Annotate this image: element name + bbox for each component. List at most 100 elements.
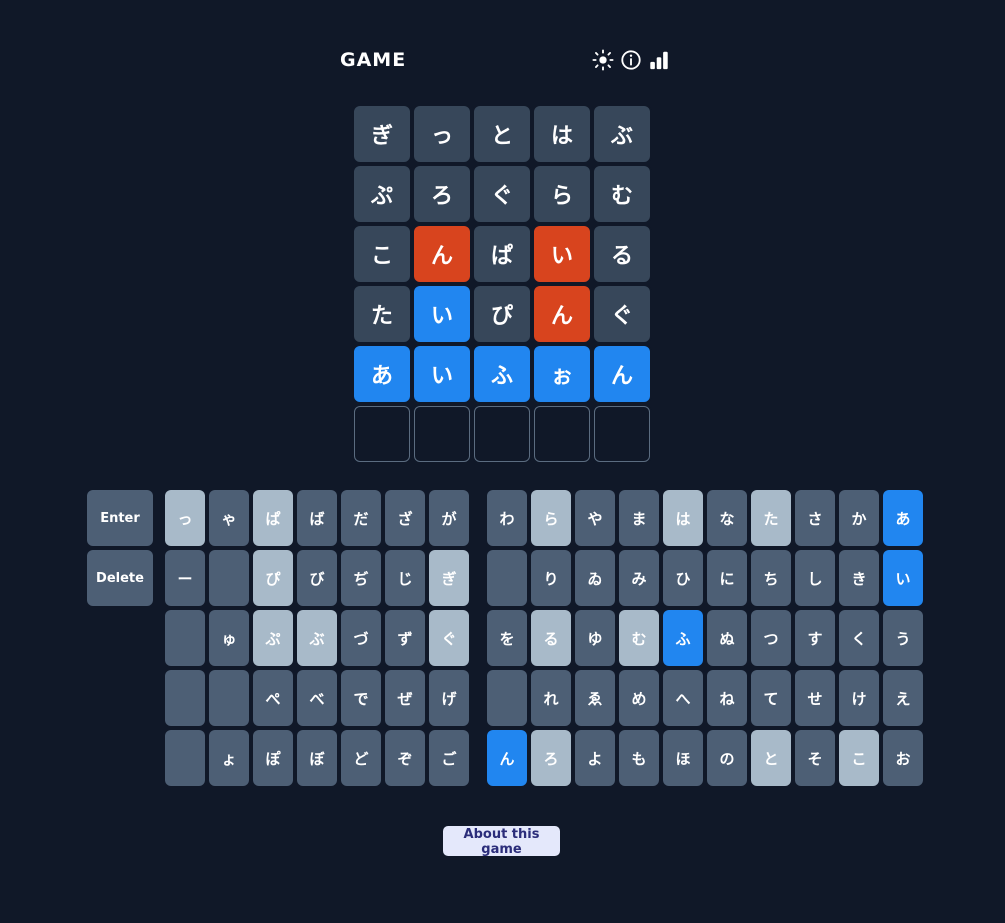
key-blank[interactable] <box>209 550 249 606</box>
key-け[interactable]: け <box>839 670 879 726</box>
key-の[interactable]: の <box>707 730 747 786</box>
key-む[interactable]: む <box>619 610 659 666</box>
board-cell-empty <box>472 404 532 464</box>
key-ぴ[interactable]: ぴ <box>253 550 293 606</box>
key-ゐ[interactable]: ゐ <box>575 550 615 606</box>
keyboard-gap <box>155 728 163 788</box>
key-お[interactable]: お <box>883 730 923 786</box>
key-わ[interactable]: わ <box>487 490 527 546</box>
key-だ[interactable]: だ <box>341 490 381 546</box>
key-blank[interactable] <box>165 730 205 786</box>
key-blank[interactable] <box>165 670 205 726</box>
key-へ[interactable]: へ <box>663 670 703 726</box>
key-み[interactable]: み <box>619 550 659 606</box>
key-ざ[interactable]: ざ <box>385 490 425 546</box>
key-べ[interactable]: べ <box>297 670 337 726</box>
key-ぶ[interactable]: ぶ <box>297 610 337 666</box>
key-ぽ[interactable]: ぽ <box>253 730 293 786</box>
key-ふ[interactable]: ふ <box>663 610 703 666</box>
key-り[interactable]: り <box>531 550 571 606</box>
key-び[interactable]: び <box>297 550 337 606</box>
key-ぼ[interactable]: ぼ <box>297 730 337 786</box>
key-さ[interactable]: さ <box>795 490 835 546</box>
key-ん[interactable]: ん <box>487 730 527 786</box>
key-ゃ[interactable]: ゃ <box>209 490 249 546</box>
key-も[interactable]: も <box>619 730 659 786</box>
key-ぢ[interactable]: ぢ <box>341 550 381 606</box>
key-ず[interactable]: ず <box>385 610 425 666</box>
key-ぎ[interactable]: ぎ <box>429 550 469 606</box>
key-あ[interactable]: あ <box>883 490 923 546</box>
key-ら[interactable]: ら <box>531 490 571 546</box>
key-こ[interactable]: こ <box>839 730 879 786</box>
keyboard-gap <box>471 728 485 788</box>
key-た[interactable]: た <box>751 490 791 546</box>
key-ぷ[interactable]: ぷ <box>253 610 293 666</box>
key-に[interactable]: に <box>707 550 747 606</box>
key-づ[interactable]: づ <box>341 610 381 666</box>
key-と[interactable]: と <box>751 730 791 786</box>
key-delete[interactable]: Delete <box>87 550 153 606</box>
key-ろ[interactable]: ろ <box>531 730 571 786</box>
key-が[interactable]: が <box>429 490 469 546</box>
key-ゑ[interactable]: ゑ <box>575 670 615 726</box>
key-ぞ[interactable]: ぞ <box>385 730 425 786</box>
key-ぜ[interactable]: ぜ <box>385 670 425 726</box>
key-く[interactable]: く <box>839 610 879 666</box>
key-え[interactable]: え <box>883 670 923 726</box>
key-せ[interactable]: せ <box>795 670 835 726</box>
key-か[interactable]: か <box>839 490 879 546</box>
key-ひ[interactable]: ひ <box>663 550 703 606</box>
key-blank[interactable] <box>487 550 527 606</box>
key-め[interactable]: め <box>619 670 659 726</box>
key-は[interactable]: は <box>663 490 703 546</box>
key-す[interactable]: す <box>795 610 835 666</box>
key-よ[interactable]: よ <box>575 730 615 786</box>
key-ど[interactable]: ど <box>341 730 381 786</box>
key-blank[interactable] <box>165 610 205 666</box>
key-や[interactable]: や <box>575 490 615 546</box>
board-cell: ん <box>532 284 592 344</box>
key-し[interactable]: し <box>795 550 835 606</box>
key-つ[interactable]: つ <box>751 610 791 666</box>
key-ほ[interactable]: ほ <box>663 730 703 786</box>
key-で[interactable]: で <box>341 670 381 726</box>
key-ご[interactable]: ご <box>429 730 469 786</box>
key-れ[interactable]: れ <box>531 670 571 726</box>
brightness-icon[interactable] <box>592 49 614 71</box>
key-な[interactable]: な <box>707 490 747 546</box>
key-げ[interactable]: げ <box>429 670 469 726</box>
key-う[interactable]: う <box>883 610 923 666</box>
key-ゆ[interactable]: ゆ <box>575 610 615 666</box>
key-い[interactable]: い <box>883 550 923 606</box>
key-ぐ[interactable]: ぐ <box>429 610 469 666</box>
key-ち[interactable]: ち <box>751 550 791 606</box>
key-ー[interactable]: ー <box>165 550 205 606</box>
key-ょ[interactable]: ょ <box>209 730 249 786</box>
info-icon[interactable] <box>620 49 642 71</box>
board-cell: む <box>592 164 652 224</box>
board-cell: ぶ <box>592 104 652 164</box>
key-て[interactable]: て <box>751 670 791 726</box>
key-じ[interactable]: じ <box>385 550 425 606</box>
key-る[interactable]: る <box>531 610 571 666</box>
key-ぱ[interactable]: ぱ <box>253 490 293 546</box>
board-cell: い <box>532 224 592 284</box>
key-ね[interactable]: ね <box>707 670 747 726</box>
key-ぺ[interactable]: ぺ <box>253 670 293 726</box>
about-this-game-button[interactable]: About this game <box>443 826 560 857</box>
key-blank[interactable] <box>487 670 527 726</box>
key-そ[interactable]: そ <box>795 730 835 786</box>
key-ゅ[interactable]: ゅ <box>209 610 249 666</box>
board-cell-empty <box>592 404 652 464</box>
key-blank[interactable] <box>209 670 249 726</box>
key-ば[interactable]: ば <box>297 490 337 546</box>
on-screen-keyboard: Enter っゃぱばだざがわらやまはなたさかあ Delete ーぴびぢじぎ りゐみひにち… <box>85 488 925 788</box>
key-き[interactable]: き <box>839 550 879 606</box>
key-ま[interactable]: ま <box>619 490 659 546</box>
key-ぬ[interactable]: ぬ <box>707 610 747 666</box>
stats-icon[interactable] <box>648 49 670 71</box>
key-enter[interactable]: Enter <box>87 490 153 546</box>
key-を[interactable]: を <box>487 610 527 666</box>
key-っ[interactable]: っ <box>165 490 205 546</box>
